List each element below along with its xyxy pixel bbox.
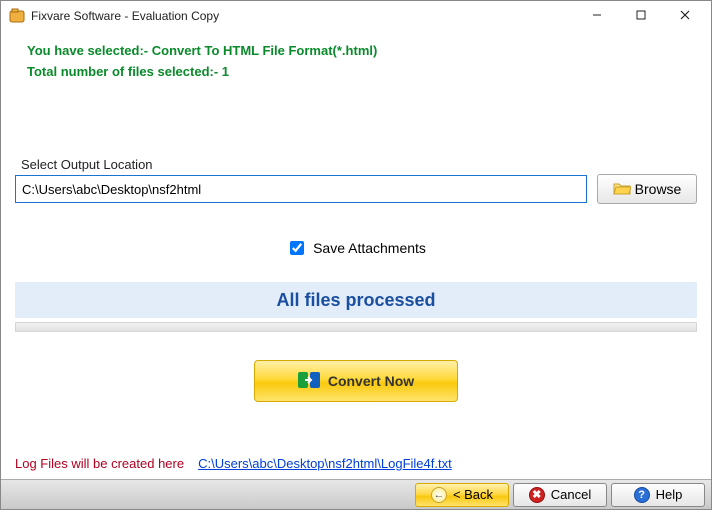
- output-location-label: Select Output Location: [21, 157, 697, 172]
- help-label: Help: [656, 487, 683, 502]
- close-button[interactable]: [663, 1, 707, 29]
- arrow-left-icon: ←: [431, 487, 447, 503]
- app-icon: [9, 8, 25, 24]
- cancel-label: Cancel: [551, 487, 591, 502]
- convert-label: Convert Now: [328, 373, 414, 389]
- progress-bar: [15, 322, 697, 332]
- output-path-input[interactable]: [15, 175, 587, 203]
- back-label: < Back: [453, 487, 493, 502]
- folder-icon: [613, 181, 631, 198]
- convert-now-button[interactable]: Convert Now: [254, 360, 458, 402]
- log-file-link[interactable]: C:\Users\abc\Desktop\nsf2html\LogFile4f.…: [198, 456, 452, 471]
- browse-button[interactable]: Browse: [597, 174, 697, 204]
- save-attachments-checkbox[interactable]: [290, 241, 304, 255]
- convert-icon: [298, 370, 320, 393]
- help-button[interactable]: ? Help: [611, 483, 705, 507]
- browse-label: Browse: [635, 181, 682, 197]
- cancel-button[interactable]: ✖ Cancel: [513, 483, 607, 507]
- file-count-message: Total number of files selected:- 1: [27, 64, 697, 79]
- maximize-button[interactable]: [619, 1, 663, 29]
- window-title: Fixvare Software - Evaluation Copy: [31, 9, 575, 23]
- help-icon: ?: [634, 487, 650, 503]
- titlebar: Fixvare Software - Evaluation Copy: [1, 1, 711, 31]
- footer-bar: ← < Back ✖ Cancel ? Help: [1, 479, 711, 509]
- save-attachments-label: Save Attachments: [313, 240, 426, 256]
- back-button[interactable]: ← < Back: [415, 483, 509, 507]
- status-bar: All files processed: [15, 282, 697, 318]
- status-text: All files processed: [276, 290, 435, 311]
- minimize-button[interactable]: [575, 1, 619, 29]
- log-label: Log Files will be created here: [15, 456, 184, 471]
- selected-format-message: You have selected:- Convert To HTML File…: [27, 43, 697, 58]
- cancel-icon: ✖: [529, 487, 545, 503]
